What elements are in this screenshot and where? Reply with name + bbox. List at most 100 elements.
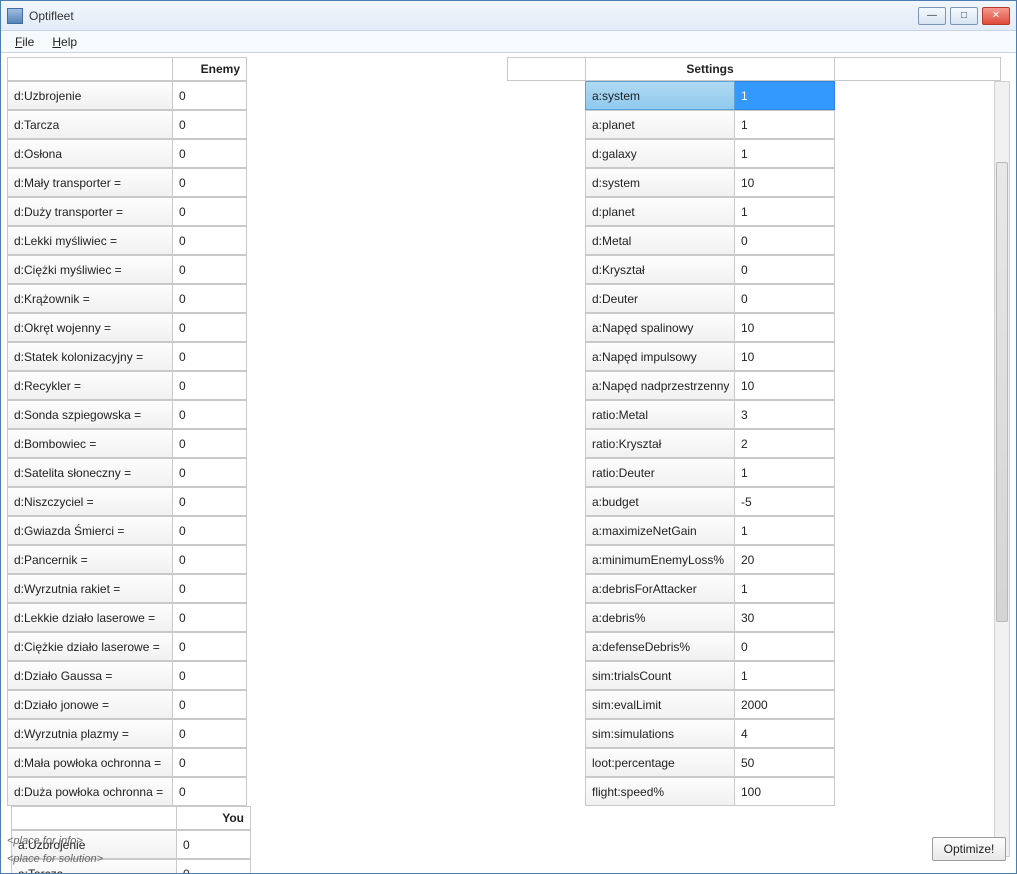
settings-row-label-1[interactable]: a:planet — [585, 110, 735, 139]
enemy-row-value-6[interactable]: 0 — [173, 255, 247, 284]
enemy-row-label-3[interactable]: d:Mały transporter = — [7, 168, 173, 197]
menu-file[interactable]: File — [7, 33, 42, 51]
settings-row-label-17[interactable]: a:debrisForAttacker — [585, 574, 735, 603]
settings-row-label-21[interactable]: sim:evalLimit — [585, 690, 735, 719]
enemy-row-label-10[interactable]: d:Recykler = — [7, 371, 173, 400]
enemy-row-value-0[interactable]: 0 — [173, 81, 247, 110]
settings-row-value-23[interactable]: 50 — [735, 748, 835, 777]
you-row-value-0[interactable]: 0 — [177, 830, 251, 859]
settings-row-label-6[interactable]: d:Kryształ — [585, 255, 735, 284]
enemy-row-value-19[interactable]: 0 — [173, 632, 247, 661]
enemy-row-label-8[interactable]: d:Okręt wojenny = — [7, 313, 173, 342]
close-button[interactable]: ✕ — [982, 7, 1010, 25]
enemy-row-value-7[interactable]: 0 — [173, 284, 247, 313]
settings-row-label-3[interactable]: d:system — [585, 168, 735, 197]
enemy-row-value-10[interactable]: 0 — [173, 371, 247, 400]
enemy-row-value-13[interactable]: 0 — [173, 458, 247, 487]
scrollbar-vertical[interactable] — [994, 81, 1010, 857]
enemy-row-value-8[interactable]: 0 — [173, 313, 247, 342]
enemy-row-label-9[interactable]: d:Statek kolonizacyjny = — [7, 342, 173, 371]
enemy-row-label-14[interactable]: d:Niszczyciel = — [7, 487, 173, 516]
enemy-row-label-18[interactable]: d:Lekkie działo laserowe = — [7, 603, 173, 632]
settings-row-value-14[interactable]: -5 — [735, 487, 835, 516]
enemy-row-label-22[interactable]: d:Wyrzutnia plazmy = — [7, 719, 173, 748]
settings-row-label-2[interactable]: d:galaxy — [585, 139, 735, 168]
titlebar[interactable]: Optifleet — □ ✕ — [1, 1, 1016, 31]
enemy-row-label-5[interactable]: d:Lekki myśliwiec = — [7, 226, 173, 255]
enemy-row-value-2[interactable]: 0 — [173, 139, 247, 168]
settings-row-label-14[interactable]: a:budget — [585, 487, 735, 516]
settings-row-label-16[interactable]: a:minimumEnemyLoss% — [585, 545, 735, 574]
enemy-row-label-2[interactable]: d:Osłona — [7, 139, 173, 168]
settings-row-value-9[interactable]: 10 — [735, 342, 835, 371]
settings-row-label-23[interactable]: loot:percentage — [585, 748, 735, 777]
enemy-row-value-3[interactable]: 0 — [173, 168, 247, 197]
optimize-button[interactable]: Optimize! — [932, 837, 1006, 861]
settings-row-label-18[interactable]: a:debris% — [585, 603, 735, 632]
enemy-row-value-18[interactable]: 0 — [173, 603, 247, 632]
enemy-row-value-21[interactable]: 0 — [173, 690, 247, 719]
enemy-row-value-17[interactable]: 0 — [173, 574, 247, 603]
settings-header[interactable]: Settings — [585, 57, 835, 81]
enemy-row-label-1[interactable]: d:Tarcza — [7, 110, 173, 139]
maximize-button[interactable]: □ — [950, 7, 978, 25]
enemy-row-value-23[interactable]: 0 — [173, 748, 247, 777]
scrollbar-thumb[interactable] — [996, 162, 1008, 622]
settings-row-label-12[interactable]: ratio:Kryształ — [585, 429, 735, 458]
settings-row-label-24[interactable]: flight:speed% — [585, 777, 735, 806]
settings-row-value-0[interactable]: 1 — [735, 81, 835, 110]
minimize-button[interactable]: — — [918, 7, 946, 25]
enemy-row-value-11[interactable]: 0 — [173, 400, 247, 429]
settings-row-label-13[interactable]: ratio:Deuter — [585, 458, 735, 487]
settings-row-label-7[interactable]: d:Deuter — [585, 284, 735, 313]
settings-row-value-12[interactable]: 2 — [735, 429, 835, 458]
enemy-row-value-22[interactable]: 0 — [173, 719, 247, 748]
settings-row-value-1[interactable]: 1 — [735, 110, 835, 139]
menu-help[interactable]: Help — [44, 33, 85, 51]
enemy-row-label-0[interactable]: d:Uzbrojenie — [7, 81, 173, 110]
settings-row-value-13[interactable]: 1 — [735, 458, 835, 487]
enemy-row-value-15[interactable]: 0 — [173, 516, 247, 545]
settings-row-value-10[interactable]: 10 — [735, 371, 835, 400]
enemy-row-label-4[interactable]: d:Duży transporter = — [7, 197, 173, 226]
enemy-row-label-23[interactable]: d:Mała powłoka ochronna = — [7, 748, 173, 777]
settings-row-value-18[interactable]: 30 — [735, 603, 835, 632]
enemy-row-label-13[interactable]: d:Satelita słoneczny = — [7, 458, 173, 487]
settings-row-value-16[interactable]: 20 — [735, 545, 835, 574]
you-header[interactable]: You — [177, 806, 251, 830]
enemy-row-label-12[interactable]: d:Bombowiec = — [7, 429, 173, 458]
settings-row-label-9[interactable]: a:Napęd impulsowy — [585, 342, 735, 371]
enemy-row-label-24[interactable]: d:Duża powłoka ochronna = — [7, 777, 173, 806]
settings-row-label-4[interactable]: d:planet — [585, 197, 735, 226]
enemy-row-label-21[interactable]: d:Działo jonowe = — [7, 690, 173, 719]
settings-row-value-20[interactable]: 1 — [735, 661, 835, 690]
settings-row-value-21[interactable]: 2000 — [735, 690, 835, 719]
settings-row-value-17[interactable]: 1 — [735, 574, 835, 603]
settings-row-value-5[interactable]: 0 — [735, 226, 835, 255]
enemy-row-value-20[interactable]: 0 — [173, 661, 247, 690]
settings-row-value-2[interactable]: 1 — [735, 139, 835, 168]
enemy-row-value-9[interactable]: 0 — [173, 342, 247, 371]
enemy-row-value-12[interactable]: 0 — [173, 429, 247, 458]
enemy-header[interactable]: Enemy — [173, 57, 247, 81]
enemy-row-value-4[interactable]: 0 — [173, 197, 247, 226]
settings-row-label-10[interactable]: a:Napęd nadprzestrzenny — [585, 371, 735, 400]
settings-row-label-0[interactable]: a:system — [585, 81, 735, 110]
settings-row-label-11[interactable]: ratio:Metal — [585, 400, 735, 429]
enemy-row-value-24[interactable]: 0 — [173, 777, 247, 806]
settings-row-label-8[interactable]: a:Napęd spalinowy — [585, 313, 735, 342]
settings-row-label-20[interactable]: sim:trialsCount — [585, 661, 735, 690]
enemy-row-label-17[interactable]: d:Wyrzutnia rakiet = — [7, 574, 173, 603]
enemy-row-label-6[interactable]: d:Ciężki myśliwiec = — [7, 255, 173, 284]
you-row-value-1[interactable]: 0 — [177, 859, 251, 873]
settings-row-label-5[interactable]: d:Metal — [585, 226, 735, 255]
enemy-row-value-16[interactable]: 0 — [173, 545, 247, 574]
settings-row-value-24[interactable]: 100 — [735, 777, 835, 806]
enemy-row-value-1[interactable]: 0 — [173, 110, 247, 139]
settings-row-value-4[interactable]: 1 — [735, 197, 835, 226]
enemy-row-label-15[interactable]: d:Gwiazda Śmierci = — [7, 516, 173, 545]
settings-row-value-22[interactable]: 4 — [735, 719, 835, 748]
settings-row-value-8[interactable]: 10 — [735, 313, 835, 342]
enemy-row-value-14[interactable]: 0 — [173, 487, 247, 516]
enemy-header-blank[interactable] — [7, 57, 173, 81]
